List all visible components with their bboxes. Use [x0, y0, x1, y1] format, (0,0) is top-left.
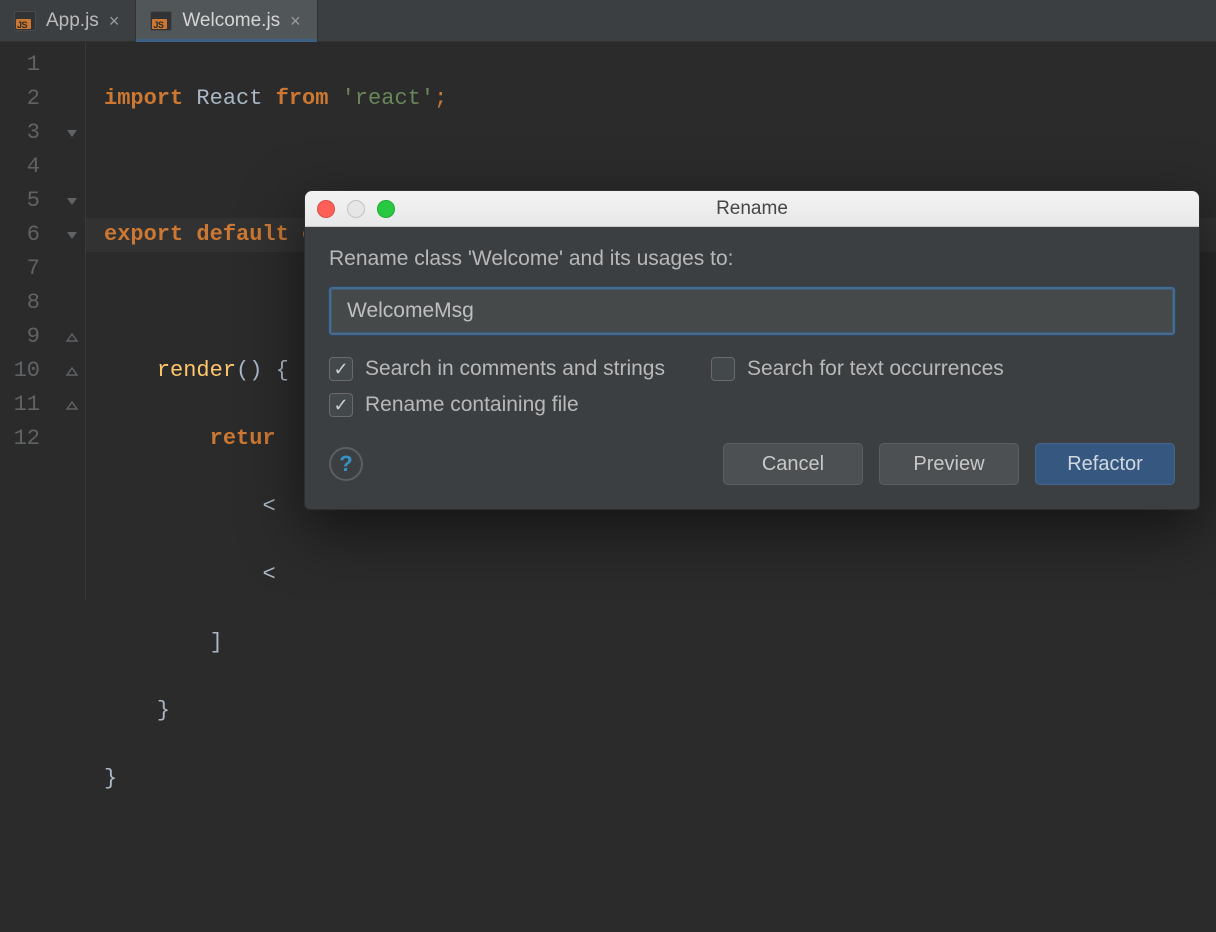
fold-end-icon[interactable]	[58, 354, 85, 388]
checkbox-label: Search for text occurrences	[747, 357, 1004, 381]
punct: ]	[210, 630, 223, 655]
help-icon: ?	[339, 451, 352, 477]
line-number: 5	[0, 184, 40, 218]
punct: }	[157, 698, 170, 723]
method-name: render	[157, 358, 236, 383]
line-number: 7	[0, 252, 40, 286]
punct: ()	[236, 358, 262, 383]
checkbox-rename-containing-file[interactable]: Rename containing file	[329, 393, 579, 417]
punct: {	[276, 358, 289, 383]
line-number: 1	[0, 48, 40, 82]
keyword: from	[276, 86, 329, 111]
line-number: 9	[0, 320, 40, 354]
close-icon[interactable]: ×	[290, 12, 301, 30]
button-label: Preview	[913, 453, 984, 476]
help-button[interactable]: ?	[329, 447, 363, 481]
checkbox-icon	[711, 357, 735, 381]
line-number: 6	[0, 218, 40, 252]
js-file-icon	[14, 11, 36, 31]
keyword: export	[104, 222, 183, 247]
dialog-titlebar[interactable]: Rename	[305, 191, 1199, 227]
button-label: Cancel	[762, 453, 824, 476]
fold-toggle-icon[interactable]	[58, 116, 85, 150]
js-file-icon	[150, 11, 172, 31]
tab-app-js[interactable]: App.js ×	[0, 0, 136, 41]
line-number: 2	[0, 82, 40, 116]
checkbox-label: Search in comments and strings	[365, 357, 665, 381]
checkbox-icon	[329, 357, 353, 381]
punct: <	[262, 562, 275, 587]
line-number: 8	[0, 286, 40, 320]
keyword: import	[104, 86, 183, 111]
tab-welcome-js[interactable]: Welcome.js ×	[136, 0, 317, 41]
refactor-button[interactable]: Refactor	[1035, 443, 1175, 485]
punct: ;	[434, 86, 447, 111]
close-window-icon[interactable]	[317, 200, 335, 218]
line-number: 11	[0, 388, 40, 422]
rename-prompt-label: Rename class 'Welcome' and its usages to…	[329, 247, 1175, 271]
dialog-title: Rename	[305, 198, 1199, 220]
zoom-window-icon[interactable]	[377, 200, 395, 218]
cancel-button[interactable]: Cancel	[723, 443, 863, 485]
line-number: 12	[0, 422, 40, 456]
line-number: 3	[0, 116, 40, 150]
checkbox-search-comments[interactable]: Search in comments and strings	[329, 357, 665, 381]
fold-gutter	[58, 42, 86, 600]
fold-toggle-icon[interactable]	[58, 184, 85, 218]
line-number: 10	[0, 354, 40, 388]
fold-end-icon[interactable]	[58, 388, 85, 422]
identifier: React	[196, 86, 262, 111]
preview-button[interactable]: Preview	[879, 443, 1019, 485]
string-literal: 'react'	[342, 86, 434, 111]
line-number: 4	[0, 150, 40, 184]
checkbox-icon	[329, 393, 353, 417]
tab-label: Welcome.js	[182, 10, 280, 32]
button-label: Refactor	[1067, 453, 1143, 476]
rename-dialog: Rename Rename class 'Welcome' and its us…	[304, 190, 1200, 510]
editor-tabs: App.js × Welcome.js ×	[0, 0, 1216, 42]
punct: }	[104, 766, 117, 791]
fold-end-icon[interactable]	[58, 320, 85, 354]
tab-label: App.js	[46, 10, 99, 32]
window-controls	[317, 191, 395, 226]
checkbox-search-text-occurrences[interactable]: Search for text occurrences	[711, 357, 1004, 381]
line-number-gutter: 1 2 3 4 5 6 7 8 9 10 11 12	[0, 42, 58, 600]
fold-toggle-icon[interactable]	[58, 218, 85, 252]
checkbox-label: Rename containing file	[365, 393, 579, 417]
punct: <	[262, 494, 275, 519]
keyword: default	[196, 222, 288, 247]
close-icon[interactable]: ×	[109, 12, 120, 30]
minimize-window-icon[interactable]	[347, 200, 365, 218]
rename-input[interactable]	[329, 287, 1175, 335]
keyword: retur	[210, 426, 276, 451]
